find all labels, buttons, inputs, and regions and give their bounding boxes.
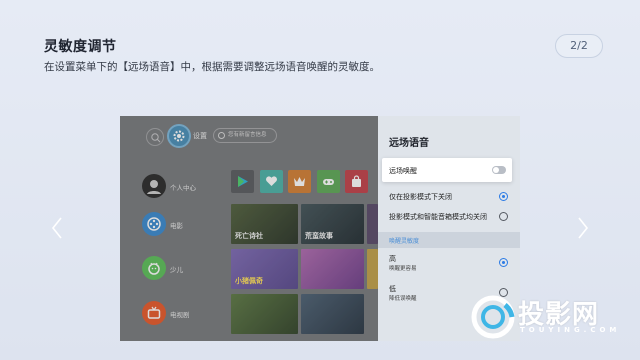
panel-title: 远场语音 <box>389 138 429 149</box>
tv-screen: 设置 您有新留言信息 个人中心 电影 少儿 电视剧 死亡诗社 荒蛮故事 小猪佩奇… <box>120 116 520 341</box>
next-page-button[interactable] <box>576 214 590 242</box>
option-label: 仅在投影模式下关闭 <box>389 193 452 201</box>
far-field-wake-label: 远场唤醒 <box>389 167 417 175</box>
poster-card[interactable] <box>367 204 378 244</box>
watermark-logo-icon <box>471 295 515 339</box>
message-icon <box>218 132 225 139</box>
settings-button[interactable] <box>167 124 191 148</box>
page-indicator: 2/2 <box>555 34 603 58</box>
sensitivity-label: 低 <box>389 285 396 293</box>
sidebar-item-label: 少儿 <box>170 266 183 274</box>
tv-icon <box>142 301 166 325</box>
kids-icon <box>142 256 166 280</box>
gear-icon <box>173 130 185 142</box>
film-reel-icon <box>142 212 166 236</box>
poster-card[interactable]: 死亡诗社 <box>231 204 298 244</box>
sidebar-item-label: 电影 <box>170 222 183 230</box>
play-store-icon <box>238 176 248 187</box>
poster-card[interactable]: 小猪佩奇 <box>231 249 298 289</box>
sensitivity-label: 高 <box>389 255 396 263</box>
radio-selected[interactable] <box>499 192 508 201</box>
poster-card[interactable] <box>231 294 298 334</box>
far-field-wake-toggle-row[interactable]: 远场唤醒 <box>382 158 512 182</box>
settings-label: 设置 <box>193 132 207 140</box>
vip-icon <box>294 177 305 186</box>
sidebar-item-tv-series[interactable]: 电视剧 <box>142 301 232 325</box>
section-header-label: 唤醒灵敏度 <box>389 238 420 245</box>
chevron-right-icon <box>578 217 589 239</box>
sidebar-item-label: 电视剧 <box>170 311 190 319</box>
watermark-subtext: TOUYING.COM <box>520 326 621 334</box>
app-tile-favorites[interactable] <box>260 170 283 193</box>
poster-caption: 小猪佩奇 <box>235 277 263 285</box>
game-icon <box>323 179 334 185</box>
far-field-wake-toggle[interactable] <box>492 166 506 174</box>
poster-card[interactable] <box>367 249 378 289</box>
watermark-logo: 投影网 TOUYING.COM <box>470 290 630 350</box>
search-icon <box>151 133 161 143</box>
sensitivity-high-option[interactable]: 高 唤醒更容易 <box>378 252 520 276</box>
sensitivity-description: 降低误唤醒 <box>389 296 417 302</box>
option-off-in-projection-mode[interactable]: 仅在投影模式下关闭 <box>378 186 520 206</box>
avatar-icon <box>142 174 166 198</box>
message-pill-label: 您有新留言信息 <box>228 132 267 138</box>
radio-selected[interactable] <box>499 258 508 267</box>
toggle-knob <box>493 167 499 173</box>
sensitivity-description: 唤醒更容易 <box>389 266 417 272</box>
prev-page-button[interactable] <box>50 214 64 242</box>
guide-description: 在设置菜单下的【远场语音】中，根据需要调整远场语音唤醒的灵敏度。 <box>44 61 380 73</box>
sidebar-item-movies[interactable]: 电影 <box>142 212 232 236</box>
chevron-left-icon <box>51 217 62 239</box>
poster-card[interactable]: 荒蛮故事 <box>301 204 364 244</box>
message-pill[interactable]: 您有新留言信息 <box>213 128 277 143</box>
app-tile-play-store[interactable] <box>231 170 254 193</box>
heart-icon <box>266 176 277 186</box>
poster-card[interactable] <box>301 294 364 334</box>
poster-caption: 荒蛮故事 <box>305 232 333 240</box>
option-label: 投影模式和智能音箱模式均关闭 <box>389 213 487 221</box>
shop-icon <box>352 175 361 187</box>
sidebar-item-profile[interactable]: 个人中心 <box>142 174 232 198</box>
guide-title: 灵敏度调节 <box>44 39 117 55</box>
search-button[interactable] <box>146 128 164 146</box>
radio-unselected[interactable] <box>499 212 508 221</box>
option-off-in-both-modes[interactable]: 投影模式和智能音箱模式均关闭 <box>378 206 520 226</box>
sidebar-item-kids[interactable]: 少儿 <box>142 256 232 280</box>
sidebar-item-label: 个人中心 <box>170 184 196 192</box>
app-tile-vip[interactable] <box>288 170 311 193</box>
poster-caption: 死亡诗社 <box>235 232 263 240</box>
tv-home-screen: 设置 您有新留言信息 个人中心 电影 少儿 电视剧 死亡诗社 荒蛮故事 小猪佩奇 <box>120 116 378 341</box>
wake-sensitivity-header: 唤醒灵敏度 <box>378 232 520 248</box>
app-tile-games[interactable] <box>317 170 340 193</box>
poster-card[interactable] <box>301 249 364 289</box>
app-tile-shop[interactable] <box>345 170 368 193</box>
